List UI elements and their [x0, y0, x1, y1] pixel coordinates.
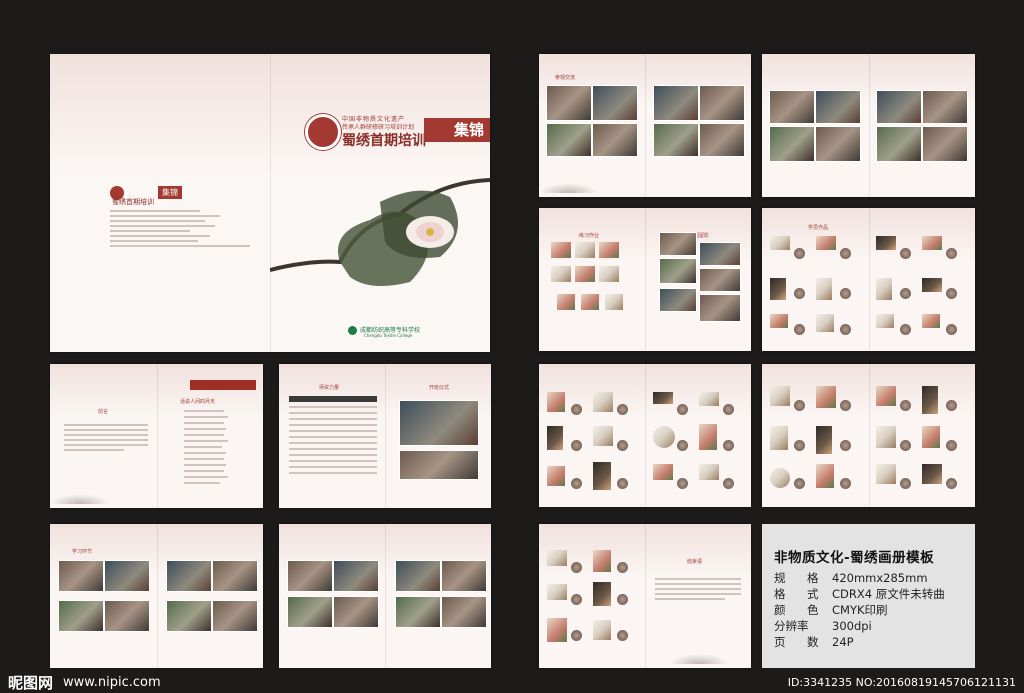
spread-works-3: [762, 364, 975, 507]
nipic-url: www.nipic.com: [63, 674, 161, 690]
page-title-practice: 练习作业: [579, 233, 600, 239]
page-title-conclusion: 结束语: [687, 559, 703, 565]
footer-watermark: 昵图网 www.nipic.com: [8, 671, 268, 693]
back-cover-badge: 集锦: [158, 186, 182, 199]
spec-color: 颜 色 CMYK印刷: [774, 603, 888, 617]
cover-badge: 集锦: [424, 118, 490, 142]
nipic-logo: 昵图网: [8, 673, 54, 692]
template-title: 非物质文化-蜀绣画册模板: [774, 550, 935, 566]
cover-emblem: [305, 114, 341, 150]
cover-spread: 蜀绣首期培训 集锦 中国非物质文化遗产 传承人群研修研习培训计划 蜀绣首期培训 …: [50, 54, 490, 352]
footer-id: ID:3341235 NO:20160819145706121131: [787, 675, 1016, 689]
spread-study: 学习环节: [50, 524, 263, 668]
page-title-student-works: 学员作品: [808, 225, 829, 231]
spec-pages: 页 数 24P: [774, 635, 854, 649]
spec-size: 规 格 420mmx285mm: [774, 571, 928, 585]
college-logo-icon: [348, 326, 357, 335]
college-name-en: Chengdu Textile College: [364, 333, 413, 338]
page-title-poem: 话说人间四月天: [180, 399, 216, 405]
lotus-painting: [270, 178, 490, 286]
spread-conclusion: 结束语: [539, 524, 751, 668]
spread-visit-2: [762, 54, 975, 197]
spread-teachers: 师资力量 开班仪式: [279, 364, 491, 508]
page-title-preface: 前言: [98, 409, 109, 415]
page-title-opening: 开班仪式: [429, 385, 450, 391]
template-info-card: 非物质文化-蜀绣画册模板 规 格 420mmx285mm 格 式 CDRX4 原文件…: [762, 524, 975, 668]
page-title-teachers: 师资力量: [319, 385, 340, 391]
spread-study-2: [279, 524, 491, 668]
spread-visit: 参观交流: [539, 54, 751, 197]
page-title-visit: 参观交流: [555, 75, 576, 81]
spread-works-2: [539, 364, 751, 507]
cover-title: 蜀绣首期培训: [342, 133, 426, 149]
spec-resolution: 分辨率 300dpi: [774, 619, 872, 633]
page-title-study: 学习环节: [72, 549, 93, 555]
spread-preface: 前言 话说人间四月天: [50, 364, 263, 508]
spec-format: 格 式 CDRX4 原文件未转曲: [774, 587, 945, 601]
spread-student-works: 学员作品: [762, 208, 975, 351]
back-cover-title: 蜀绣首期培训: [112, 198, 154, 206]
spread-practice: 练习作业 校园留影: [539, 208, 751, 351]
